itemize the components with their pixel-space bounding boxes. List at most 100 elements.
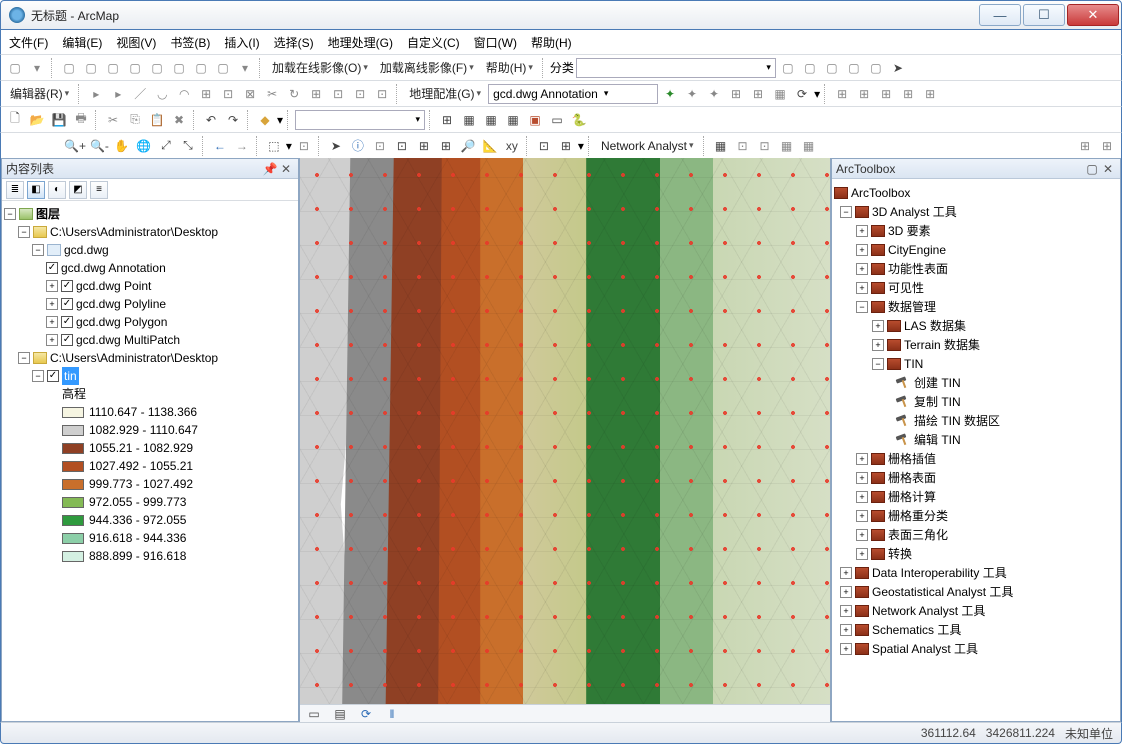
menu-geoprocessing[interactable]: 地理处理(G)	[328, 34, 393, 51]
pan-icon[interactable]: ✋	[112, 136, 132, 156]
layer-polygon[interactable]: gcd.dwg Polygon	[76, 313, 167, 331]
tool-icon[interactable]: ⊞	[854, 84, 874, 104]
menu-file[interactable]: 文件(F)	[9, 34, 48, 51]
tool-icon[interactable]: ⊞	[726, 84, 746, 104]
panel-close-icon[interactable]: ✕	[278, 162, 294, 176]
back-icon[interactable]: ←	[210, 136, 230, 156]
gp-tool[interactable]: 创建 TIN	[914, 374, 961, 392]
panel-close-icon[interactable]: ✕	[1100, 162, 1116, 176]
menu-selection[interactable]: 选择(S)	[274, 34, 314, 51]
tool-icon[interactable]: ⊠	[240, 84, 260, 104]
layer-point[interactable]: gcd.dwg Point	[76, 277, 151, 295]
tool-icon[interactable]: ⊞	[436, 136, 456, 156]
menu-window[interactable]: 窗口(W)	[474, 34, 517, 51]
toolbox[interactable]: Network Analyst 工具	[872, 602, 985, 620]
menu-customize[interactable]: 自定义(C)	[407, 34, 460, 51]
tool-icon[interactable]: ▦	[711, 136, 731, 156]
tool-icon[interactable]: ▢	[59, 58, 79, 78]
toolset[interactable]: 栅格表面	[888, 469, 936, 487]
layer-polyline[interactable]: gcd.dwg Polyline	[76, 295, 166, 313]
tool-icon[interactable]: ▭	[547, 110, 567, 130]
tool-icon[interactable]: ⊞	[920, 84, 940, 104]
tool-icon[interactable]: ⊡	[294, 136, 314, 156]
toolbox[interactable]: Schematics 工具	[872, 621, 961, 639]
dropdown-caret[interactable]: ▾	[814, 87, 820, 101]
layer-checkbox[interactable]	[47, 370, 59, 382]
paste-icon[interactable]: 📋	[147, 110, 167, 130]
save-icon[interactable]: 💾	[49, 110, 69, 130]
tool-icon[interactable]: ⊡	[534, 136, 554, 156]
toolset[interactable]: 表面三角化	[888, 526, 948, 544]
pointer-icon[interactable]: ➤	[326, 136, 346, 156]
copy-icon[interactable]: ⎘	[125, 110, 145, 130]
arctoolbox-tree[interactable]: ArcToolbox −3D Analyst 工具 +3D 要素+CityEng…	[832, 179, 1120, 721]
tool-icon[interactable]: ▢	[169, 58, 189, 78]
tool-icon[interactable]: ⊡	[392, 136, 412, 156]
toolset[interactable]: 转换	[888, 545, 912, 563]
menu-bookmarks[interactable]: 书签(B)	[170, 34, 210, 51]
data-view-icon[interactable]: ▭	[304, 704, 324, 723]
toolset[interactable]: 栅格计算	[888, 488, 936, 506]
data-management[interactable]: 数据管理	[888, 298, 936, 316]
classify-combo[interactable]: ▾	[576, 58, 776, 78]
panel-maximize-icon[interactable]: ▢	[1084, 162, 1100, 176]
tool-icon[interactable]: ▢	[213, 58, 233, 78]
tool-icon[interactable]: ▢	[81, 58, 101, 78]
las-dataset[interactable]: LAS 数据集	[904, 317, 966, 335]
tool-icon[interactable]: ▢	[103, 58, 123, 78]
tool-icon[interactable]: ▢	[778, 58, 798, 78]
tool-icon[interactable]: ▢	[844, 58, 864, 78]
maximize-button[interactable]: ☐	[1023, 4, 1065, 26]
toolset[interactable]: 功能性表面	[888, 260, 948, 278]
full-extent-icon[interactable]: 🌐	[134, 136, 154, 156]
load-online-imagery[interactable]: 加载在线影像(O)▾	[267, 58, 373, 78]
menu-edit[interactable]: 编辑(E)	[62, 34, 102, 51]
list-by-selection-icon[interactable]: ◩	[69, 181, 87, 199]
tool-icon[interactable]: ✦	[660, 84, 680, 104]
load-offline-imagery[interactable]: 加载离线影像(F)▾	[375, 58, 479, 78]
xy-icon[interactable]: xy	[502, 136, 522, 156]
delete-icon[interactable]: ✖	[169, 110, 189, 130]
georef-layer-combo[interactable]: gcd.dwg Annotation▾	[488, 84, 658, 104]
pointer-icon[interactable]: ➤	[888, 58, 908, 78]
redo-icon[interactable]: ↷	[223, 110, 243, 130]
layer-multipatch[interactable]: gcd.dwg MultiPatch	[76, 331, 180, 349]
tool-icon[interactable]: ▦	[503, 110, 523, 130]
toolbar-help[interactable]: 帮助(H)▾	[481, 58, 538, 78]
catalog-icon[interactable]: ▣	[525, 110, 545, 130]
close-button[interactable]: ✕	[1067, 4, 1119, 26]
tool-icon[interactable]: ⊞	[898, 84, 918, 104]
network-analyst-dropdown[interactable]: Network Analyst▾	[596, 136, 699, 156]
tool-icon[interactable]: ◠	[174, 84, 194, 104]
undo-icon[interactable]: ↶	[201, 110, 221, 130]
toolbox[interactable]: Geostatistical Analyst 工具	[872, 583, 1013, 601]
zoom-out-icon[interactable]: 🔍-	[89, 136, 110, 156]
layer-checkbox[interactable]	[46, 262, 58, 274]
tool-icon[interactable]: ▸	[108, 84, 128, 104]
editor-dropdown[interactable]: 编辑器(R)▾	[5, 84, 74, 104]
minimize-button[interactable]: —	[979, 4, 1021, 26]
tool-icon[interactable]: ▦	[459, 110, 479, 130]
python-icon[interactable]: 🐍	[569, 110, 589, 130]
terrain-dataset[interactable]: Terrain 数据集	[904, 336, 980, 354]
menu-view[interactable]: 视图(V)	[116, 34, 156, 51]
menu-help[interactable]: 帮助(H)	[531, 34, 572, 51]
tool-icon[interactable]: ▦	[777, 136, 797, 156]
menu-insert[interactable]: 插入(I)	[224, 34, 259, 51]
toc-tree[interactable]: −图层 −C:\Users\Administrator\Desktop −gcd…	[2, 201, 298, 721]
tool-icon[interactable]: ▸	[86, 84, 106, 104]
georeferencing-dropdown[interactable]: 地理配准(G)▾	[404, 84, 486, 104]
tool-icon[interactable]: ▢	[800, 58, 820, 78]
select-icon[interactable]: ⬚	[264, 136, 284, 156]
tool-icon[interactable]: ⊞	[437, 110, 457, 130]
tool-icon[interactable]: ⤡	[178, 136, 198, 156]
tool-icon[interactable]: ⊞	[1075, 136, 1095, 156]
list-by-source-icon[interactable]: ◧	[27, 181, 45, 199]
refresh-icon[interactable]: ⟳	[792, 84, 812, 104]
find-icon[interactable]: 🔎	[458, 136, 478, 156]
tool-icon[interactable]: ✦	[704, 84, 724, 104]
tool-icon[interactable]: ⊞	[556, 136, 576, 156]
add-data-icon[interactable]: ◆	[255, 110, 275, 130]
measure-icon[interactable]: 📐	[480, 136, 500, 156]
pause-icon[interactable]: ‖	[382, 704, 402, 723]
